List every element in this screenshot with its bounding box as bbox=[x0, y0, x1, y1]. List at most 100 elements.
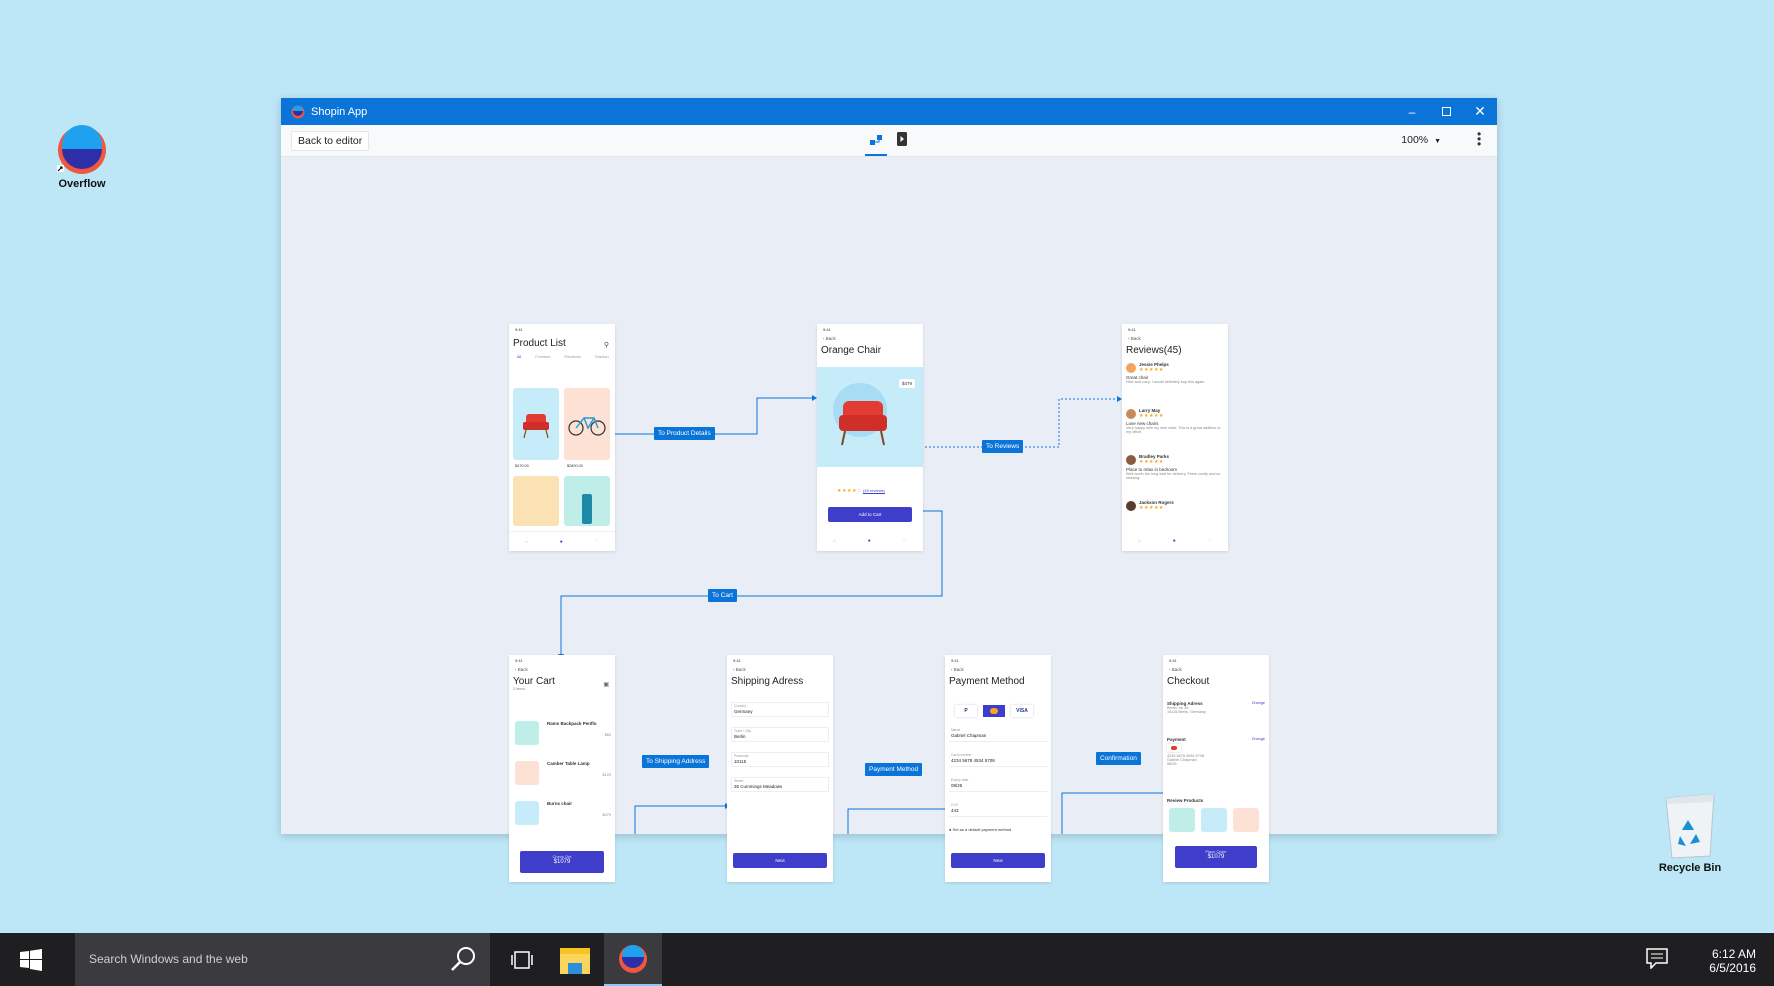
system-clock[interactable]: 6:12 AM 6/5/2016 bbox=[1709, 947, 1756, 975]
paypal-option[interactable]: P bbox=[955, 705, 977, 717]
next-button[interactable]: Next bbox=[951, 853, 1045, 868]
checkout-label: Check Out bbox=[552, 854, 572, 859]
back-to-editor-button[interactable]: Back to editor bbox=[291, 131, 370, 151]
flow-label-to-shipping[interactable]: To Shipping Address bbox=[642, 755, 710, 768]
screen-payment[interactable]: 9:41 ‹ Back Payment Method P VISA Name Ga… bbox=[945, 655, 1051, 882]
street-field[interactable]: Street 35 Cummings Meadows bbox=[731, 777, 829, 792]
review-text: Well worth the long wait for delivery. F… bbox=[1126, 472, 1221, 480]
more-vertical-icon: • • • bbox=[1477, 127, 1482, 151]
review-item: Jessie Phelps ★★★★★ Great chair Nice and … bbox=[1126, 362, 1224, 408]
back-link[interactable]: ‹ Back bbox=[727, 665, 833, 674]
next-button[interactable]: Next bbox=[733, 853, 827, 868]
add-to-cart-button[interactable]: Add to Cart bbox=[828, 507, 912, 522]
checkout-total: $1079 bbox=[553, 859, 571, 865]
minimize-button[interactable]: – bbox=[1395, 98, 1429, 125]
mastercard-option[interactable] bbox=[983, 705, 1005, 717]
screen-reviews[interactable]: 9:41 ‹ Back Reviews(45) Jessie Phelps ★★★… bbox=[1122, 324, 1228, 551]
notification-icon bbox=[1646, 948, 1668, 970]
screen-shipping[interactable]: 9:41 ‹ Back Shipping Adress Country Germa… bbox=[727, 655, 833, 882]
tab-all[interactable]: All bbox=[517, 355, 521, 359]
shipping-change-link[interactable]: Change bbox=[1252, 701, 1265, 705]
item-price: $60 bbox=[604, 733, 611, 737]
checkout-button[interactable]: Check Out $1079 bbox=[520, 851, 604, 873]
default-payment-toggle[interactable]: ● Set as a default payment method bbox=[949, 827, 1011, 832]
flow-label-to-cart[interactable]: To Cart bbox=[708, 589, 737, 602]
home-icon[interactable]: ⌂ bbox=[525, 539, 528, 545]
screen-product-list[interactable]: 9:41 Product List ⚲ All Furniture Electr… bbox=[509, 324, 615, 551]
card-number-field[interactable]: Card number 4234 5678 4534 5708 bbox=[949, 752, 1047, 767]
cvv-field[interactable]: CVV 443 bbox=[949, 802, 1047, 817]
preview-toggle[interactable] bbox=[897, 132, 911, 148]
status-time: 9:41 bbox=[733, 658, 741, 663]
reviews-link[interactable]: (45 reviews) bbox=[863, 488, 885, 493]
close-button[interactable]: ✕ bbox=[1463, 98, 1497, 125]
cart-item[interactable]: Rams Backpack Penflo $60 bbox=[513, 719, 611, 749]
product-card-chair[interactable] bbox=[513, 388, 559, 460]
home-icon[interactable]: ⌂ bbox=[1138, 538, 1141, 544]
back-link[interactable]: ‹ Back bbox=[1122, 334, 1228, 343]
zoom-select[interactable]: 100% ▼ bbox=[1401, 134, 1441, 146]
cart-item[interactable]: Camber Table Lamp $120 bbox=[513, 759, 611, 789]
tab-electronic[interactable]: Electronic bbox=[564, 355, 581, 359]
payment-methods: P VISA bbox=[955, 705, 1033, 717]
flow-label-confirmation[interactable]: Confirmation bbox=[1096, 752, 1141, 765]
visa-option[interactable]: VISA bbox=[1011, 705, 1033, 717]
back-link[interactable]: ‹ Back bbox=[1163, 665, 1269, 674]
rating-row: ★★★★☆ (45 reviews) bbox=[837, 488, 885, 494]
taskbar: Search Windows and the web 6:12 AM 6/5/2… bbox=[0, 933, 1774, 986]
expiry-field[interactable]: Expiry date 08/25 bbox=[949, 777, 1047, 792]
status-time: 9:41 bbox=[515, 327, 523, 332]
screen-product-details[interactable]: 9:41 ‹ Back Orange Chair $479 ★★★★☆ (45 … bbox=[817, 324, 923, 551]
cart-icon[interactable]: ● bbox=[1173, 538, 1176, 544]
product-card-bike[interactable] bbox=[564, 388, 610, 460]
price-tag: $479 bbox=[898, 379, 915, 388]
heart-icon[interactable]: ♡ bbox=[903, 538, 907, 544]
item-name: Rams Backpack Penflo bbox=[547, 721, 597, 726]
desktop-icon-overflow[interactable]: Overflow bbox=[50, 125, 114, 190]
flow-label-payment-method[interactable]: Payment Method bbox=[865, 763, 923, 776]
back-link[interactable]: ‹ Back bbox=[945, 665, 1051, 674]
postcode-field[interactable]: Postcode 10115 bbox=[731, 752, 829, 767]
heart-icon[interactable]: ♡ bbox=[595, 539, 599, 545]
product-thumb bbox=[515, 721, 539, 745]
cart-icon[interactable]: ● bbox=[560, 539, 563, 545]
flow-view-toggle[interactable] bbox=[865, 132, 887, 156]
back-link[interactable]: ‹ Back bbox=[817, 334, 923, 343]
product-card-lamp[interactable] bbox=[513, 476, 559, 526]
desktop-icon-recycle-bin[interactable]: Recycle Bin bbox=[1650, 790, 1730, 874]
flow-label-to-reviews[interactable]: To Reviews bbox=[982, 440, 1024, 453]
app-logo-icon bbox=[291, 105, 305, 118]
screen-cart[interactable]: 9:41 ‹ Back Your Cart 3 items ▣ Rams Bac… bbox=[509, 655, 615, 882]
payment-change-link[interactable]: Change bbox=[1252, 737, 1265, 741]
heart-icon[interactable]: ♡ bbox=[1208, 538, 1212, 544]
tab-fashion[interactable]: Fashion bbox=[595, 355, 609, 359]
flow-label-to-product-details[interactable]: To Product Details bbox=[654, 427, 715, 440]
chevron-left-icon: ‹ bbox=[951, 667, 953, 672]
place-order-button[interactable]: Place Order $1079 bbox=[1175, 846, 1257, 868]
city-field[interactable]: Town / City Berlin bbox=[731, 727, 829, 742]
task-view-button[interactable] bbox=[493, 933, 551, 986]
cart-icon[interactable]: ● bbox=[868, 538, 871, 544]
file-explorer-button[interactable] bbox=[546, 933, 604, 986]
trash-icon[interactable]: ▣ bbox=[603, 681, 609, 688]
maximize-button[interactable] bbox=[1429, 98, 1463, 125]
home-icon[interactable]: ⌂ bbox=[833, 538, 836, 544]
status-time: 9:41 bbox=[1169, 658, 1177, 663]
product-card-backpack[interactable] bbox=[564, 476, 610, 526]
action-center-button[interactable] bbox=[1646, 947, 1670, 971]
screen-checkout[interactable]: 9:41 ‹ Back Checkout Shipping Adress Cha… bbox=[1163, 655, 1269, 882]
tab-furniture[interactable]: Furniture bbox=[535, 355, 550, 359]
taskbar-search[interactable]: Search Windows and the web bbox=[75, 933, 490, 986]
close-icon: ✕ bbox=[1474, 103, 1486, 119]
country-select[interactable]: Country Germany bbox=[731, 702, 829, 717]
chair-icon bbox=[523, 414, 549, 439]
more-options-button[interactable]: • • • bbox=[1477, 127, 1483, 151]
place-order-label: Place Order bbox=[1205, 849, 1227, 854]
cardholder-field[interactable]: Name Gabriel Chapman bbox=[949, 727, 1047, 742]
status-time: 9:41 bbox=[1128, 327, 1136, 332]
overflow-taskbar-button[interactable] bbox=[604, 933, 662, 986]
mastercard-icon bbox=[990, 708, 998, 714]
cart-item[interactable]: Burns chair $479 bbox=[513, 799, 611, 829]
back-link[interactable]: ‹ Back bbox=[509, 665, 615, 674]
start-button[interactable] bbox=[0, 933, 62, 986]
